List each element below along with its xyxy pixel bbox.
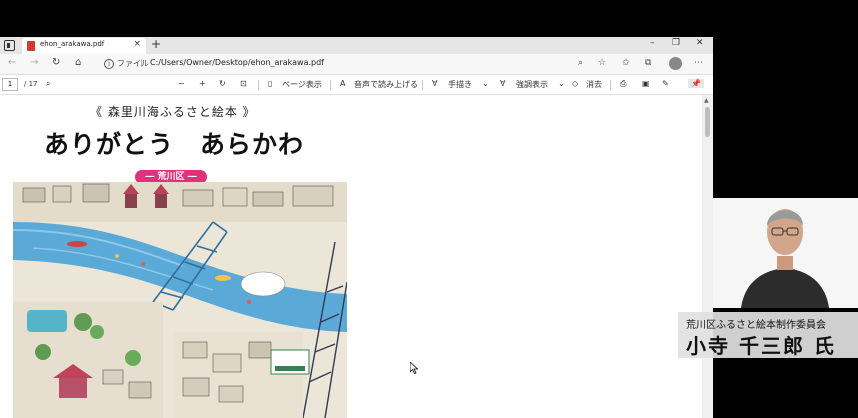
toolbar-divider [258, 80, 259, 90]
profile-avatar[interactable] [669, 57, 682, 70]
pin-toolbar-icon[interactable]: 📌 [688, 79, 704, 88]
book-subtitle: 《 森里川海ふるさと絵本 》 [90, 105, 256, 119]
video-frame: ehon_arakawa.pdf × + – ❐ ✕ ← → ↻ ⌂ i ファイ… [0, 0, 858, 418]
minimize-button[interactable]: – [650, 38, 655, 48]
page-view-button[interactable]: ページ表示 [282, 79, 322, 90]
browser-window: ehon_arakawa.pdf × + – ❐ ✕ ← → ↻ ⌂ i ファイ… [0, 37, 713, 418]
speaker-name: 小寺 千三郎 氏 [686, 334, 836, 358]
read-aloud-button[interactable]: 音声で読み上げる [354, 79, 418, 90]
toolbar-divider [330, 80, 331, 90]
read-aloud-icon[interactable]: A [340, 79, 345, 88]
erase-button[interactable]: 消去 [586, 79, 602, 90]
new-tab-button[interactable]: + [151, 37, 161, 51]
chevron-down-icon[interactable]: ⌄ [558, 79, 565, 88]
zoom-out-button[interactable]: − [178, 79, 185, 88]
speaker-caption: 荒川区ふるさと絵本制作委員会 小寺 千三郎 氏 [678, 312, 858, 358]
pdf-page: 《 森里川海ふるさと絵本 》 ありがとう あらかわ ― 荒川区 ― [0, 95, 702, 418]
tab-pdf[interactable]: ehon_arakawa.pdf × [22, 38, 146, 54]
refresh-icon[interactable]: ↻ [52, 57, 60, 68]
scroll-up-icon[interactable]: ▲ [704, 97, 709, 104]
eraser-icon[interactable]: ◇ [572, 79, 578, 88]
speaker-organization: 荒川区ふるさと絵本制作委員会 [686, 320, 826, 331]
page-number-input[interactable]: 1 [2, 78, 18, 91]
toolbar-divider [610, 80, 611, 90]
add-favorite-icon[interactable]: ☆ [598, 58, 606, 68]
forward-icon[interactable]: → [30, 57, 38, 68]
info-icon[interactable]: i [104, 59, 114, 69]
collections-icon[interactable]: ⧉ [645, 58, 651, 68]
maximize-button[interactable]: ❐ [672, 38, 680, 48]
mouse-cursor-icon [410, 362, 418, 374]
back-icon[interactable]: ← [8, 57, 16, 68]
toolbar-divider [422, 80, 423, 90]
highlight-icon[interactable]: ∀ [500, 79, 505, 88]
url-separator: | [140, 58, 143, 67]
draw-button[interactable]: 手描き [448, 79, 472, 90]
chevron-down-icon[interactable]: ⌄ [482, 79, 489, 88]
pdf-toolbar: 1 / 17 ⌕ − + ↻ ⊡ ▯ ページ表示 A 音声で読み上げる ∀ 手描… [0, 75, 713, 95]
url-input[interactable]: C:/Users/Owner/Desktop/ehon_arakawa.pdf [150, 58, 324, 67]
close-window-button[interactable]: ✕ [696, 38, 704, 48]
save-as-icon[interactable]: ✎ [662, 79, 669, 88]
window-menu-icon[interactable] [4, 40, 15, 51]
zoom-in-button[interactable]: + [199, 79, 206, 88]
favorites-icon[interactable]: ✩ [622, 58, 630, 68]
page-view-icon[interactable]: ▯ [268, 79, 272, 88]
url-scheme-label: ファイル [117, 59, 149, 68]
cover-illustration [13, 182, 347, 418]
tab-close-button[interactable]: × [133, 39, 141, 49]
more-menu-icon[interactable]: ⋯ [694, 58, 703, 68]
pdf-file-icon [27, 41, 35, 51]
rotate-icon[interactable]: ↻ [219, 79, 226, 88]
tab-bar: ehon_arakawa.pdf × + – ❐ ✕ [0, 37, 713, 54]
draw-icon[interactable]: ∀ [432, 79, 437, 88]
save-icon[interactable]: ▣ [642, 79, 650, 88]
tab-title: ehon_arakawa.pdf [40, 40, 105, 48]
find-icon[interactable]: ⌕ [46, 79, 50, 89]
zoom-icon[interactable]: ⌕ [578, 58, 583, 68]
scroll-thumb[interactable] [705, 107, 710, 137]
print-icon[interactable]: ⎙ [620, 79, 626, 89]
page-total: / 17 [24, 80, 38, 88]
book-title: ありがとう あらかわ [44, 130, 305, 159]
address-bar: ← → ↻ ⌂ i ファイル | C:/Users/Owner/Desktop/… [0, 54, 713, 75]
vertical-scrollbar[interactable]: ▲ [702, 95, 713, 418]
fit-page-icon[interactable]: ⊡ [240, 79, 247, 88]
home-icon[interactable]: ⌂ [75, 57, 81, 68]
presenter-webcam [713, 198, 858, 308]
highlight-button[interactable]: 強調表示 [516, 79, 548, 90]
